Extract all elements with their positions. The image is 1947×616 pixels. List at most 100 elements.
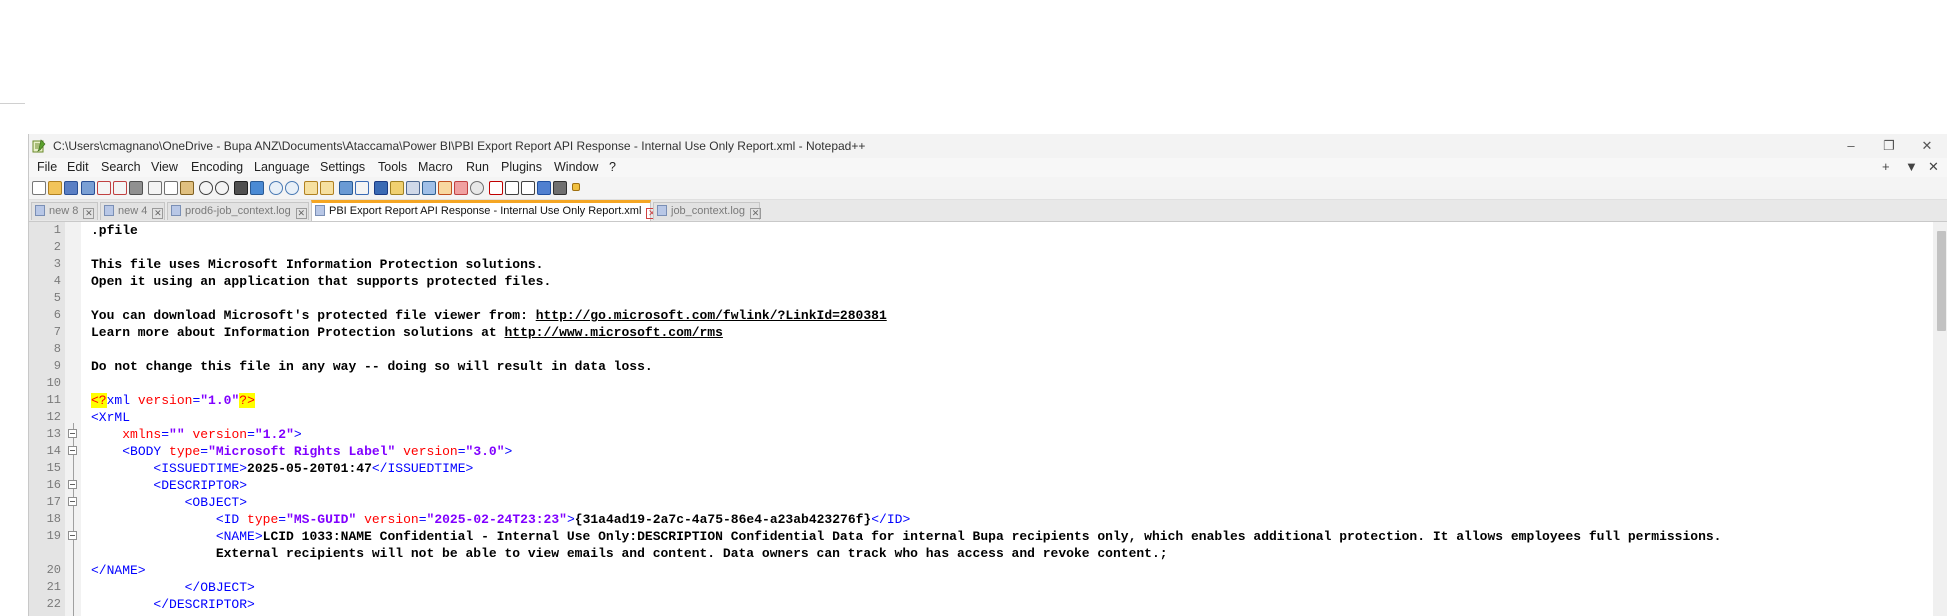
code-line[interactable]: 20 </NAME>	[29, 562, 1929, 579]
code-line[interactable]: 21 </OBJECT>	[29, 579, 1929, 596]
stop-recording-icon[interactable]	[505, 181, 519, 195]
undo-icon[interactable]	[199, 181, 213, 195]
line-text: Open it using an application that suppor…	[91, 273, 551, 290]
monitoring-icon[interactable]	[454, 181, 468, 195]
save-all-icon[interactable]	[81, 181, 95, 195]
menu-view[interactable]: View	[151, 160, 178, 174]
hyperlink[interactable]: http://www.microsoft.com/rms	[504, 325, 722, 340]
code-line[interactable]: 10	[29, 375, 1929, 392]
code-line[interactable]: 13 xmlns="" version="1.2">	[29, 426, 1929, 443]
menu-macro[interactable]: Macro	[418, 160, 453, 174]
tab-list-dropdown-button[interactable]: ▼	[1905, 159, 1918, 174]
code-line[interactable]: 5	[29, 290, 1929, 307]
close-document-button[interactable]: ✕	[1928, 159, 1939, 175]
tab-job-context-log[interactable]: job_context.log ✕	[653, 202, 761, 220]
show-all-chars-icon[interactable]	[355, 181, 369, 195]
line-number: 18	[46, 512, 61, 526]
word-wrap-icon[interactable]	[339, 181, 353, 195]
tab-new-8[interactable]: new 8 ✕	[31, 202, 98, 220]
minimize-button[interactable]: –	[1832, 136, 1870, 156]
indent-guide-icon[interactable]	[374, 181, 388, 195]
code-line[interactable]: 22 </DESCRIPTOR>	[29, 596, 1929, 613]
code-line[interactable]: 14 <BODY type="Microsoft Rights Label" v…	[29, 443, 1929, 460]
language-icon[interactable]	[390, 181, 404, 195]
code-token: {31a4ad19-2a7c-4a75-86e4-a23ab423276f}	[574, 512, 872, 527]
open-file-icon[interactable]	[48, 181, 62, 195]
sync-horizontal-icon[interactable]	[320, 181, 334, 195]
code-line[interactable]: 2	[29, 239, 1929, 256]
tab-new-4[interactable]: new 4 ✕	[100, 202, 165, 220]
tab-close-icon[interactable]: ✕	[750, 208, 761, 219]
zoom-out-icon[interactable]	[285, 181, 299, 195]
find-icon[interactable]	[234, 181, 248, 195]
tab-close-icon[interactable]: ✕	[295, 208, 307, 219]
code-line[interactable]: 9 Do not change this file in any way -- d…	[29, 358, 1929, 375]
print-icon[interactable]	[129, 181, 143, 195]
redo-icon[interactable]	[215, 181, 229, 195]
code-line[interactable]: 16 <DESCRIPTOR>	[29, 477, 1929, 494]
scrollbar-thumb[interactable]	[1937, 231, 1946, 331]
plugin-icon[interactable]	[572, 183, 580, 191]
tab-close-icon[interactable]: ✕	[152, 208, 164, 219]
code-line[interactable]: 19 <NAME>LCID 1033:NAME Confidential - I…	[29, 528, 1929, 545]
run-multiple-macro-icon[interactable]	[537, 181, 551, 195]
line-text: Do not change this file in any way -- do…	[91, 358, 653, 375]
close-window-button[interactable]: ✕	[1908, 136, 1946, 156]
paste-icon[interactable]	[180, 181, 194, 195]
hyperlink[interactable]: http://go.microsoft.com/fwlink/?LinkId=2…	[536, 308, 887, 323]
code-line[interactable]: 7 Learn more about Information Protection…	[29, 324, 1929, 341]
close-all-icon[interactable]	[113, 181, 127, 195]
tab-close-icon[interactable]: ✕	[83, 208, 95, 219]
menu-language[interactable]: Language	[254, 160, 310, 174]
code-line[interactable]: 8	[29, 341, 1929, 358]
save-macro-icon[interactable]	[553, 181, 567, 195]
tab-pbi-export-report-xml[interactable]: PBI Export Report API Response - Interna…	[311, 200, 658, 221]
replace-icon[interactable]	[250, 181, 264, 195]
tab-prod6-job-context-log[interactable]: prod6-job_context.log ✕	[167, 202, 309, 220]
code-token: =	[418, 512, 427, 527]
code-line[interactable]: 6 You can download Microsoft's protected …	[29, 307, 1929, 324]
menu-plugins[interactable]: Plugins	[501, 160, 542, 174]
new-file-icon[interactable]	[32, 181, 46, 195]
code-token: =	[161, 427, 170, 442]
save-icon[interactable]	[64, 181, 78, 195]
code-line[interactable]: 11 <?xml version="1.0"?>	[29, 392, 1929, 409]
record-macro-icon[interactable]	[489, 181, 503, 195]
menu-tools[interactable]: Tools	[378, 160, 407, 174]
vertical-scrollbar[interactable]	[1933, 222, 1947, 616]
text-editor[interactable]: 1 .pfile 2 3 This file uses Microsoft Inform…	[29, 222, 1947, 616]
menu-search[interactable]: Search	[101, 160, 141, 174]
menu-file[interactable]: File	[37, 160, 57, 174]
function-list-icon[interactable]	[422, 181, 436, 195]
code-token: </OBJECT>	[184, 580, 255, 595]
close-icon[interactable]	[97, 181, 111, 195]
menu-window[interactable]: Window	[554, 160, 598, 174]
code-token: <OBJECT>	[184, 495, 248, 510]
menu-settings[interactable]: Settings	[320, 160, 365, 174]
view-icon[interactable]	[470, 181, 484, 195]
code-line[interactable]: 17 <OBJECT>	[29, 494, 1929, 511]
code-line[interactable]: 3 This file uses Microsoft Information Pr…	[29, 256, 1929, 273]
menu-help[interactable]: ?	[609, 160, 616, 174]
code-line[interactable]: 4 Open it using an application that suppo…	[29, 273, 1929, 290]
code-line[interactable]: 1 .pfile	[29, 222, 1929, 239]
code-line[interactable]: External recipients will not be able to …	[29, 545, 1929, 562]
menu-edit[interactable]: Edit	[67, 160, 89, 174]
folder-workspace-icon[interactable]	[438, 181, 452, 195]
zoom-in-icon[interactable]	[269, 181, 283, 195]
cut-icon[interactable]	[148, 181, 162, 195]
playback-macro-icon[interactable]	[521, 181, 535, 195]
code-token: =	[457, 444, 466, 459]
code-line[interactable]: 12 <XrML	[29, 409, 1929, 426]
code-line[interactable]: 18 <ID type="MS-GUID" version="2025-02-2…	[29, 511, 1929, 528]
code-line[interactable]: 15 <ISSUEDTIME>2025-05-20T01:47</ISSUEDT…	[29, 460, 1929, 477]
copy-icon[interactable]	[164, 181, 178, 195]
code-token: xml	[106, 393, 138, 408]
code-token: "1.2"	[254, 427, 294, 442]
restore-button[interactable]: ❐	[1870, 136, 1908, 156]
menu-encoding[interactable]: Encoding	[191, 160, 243, 174]
doc-map-icon[interactable]	[406, 181, 420, 195]
new-tab-plus-button[interactable]: +	[1882, 159, 1890, 174]
menu-run[interactable]: Run	[466, 160, 489, 174]
sync-vertical-icon[interactable]	[304, 181, 318, 195]
